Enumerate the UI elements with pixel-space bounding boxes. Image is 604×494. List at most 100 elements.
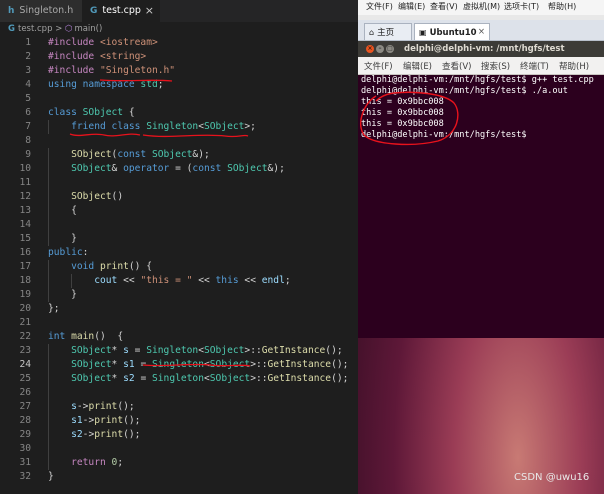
code-token: * (111, 345, 124, 356)
terminal-menu-item[interactable]: 文件(F) (364, 60, 393, 72)
code-token: Singleton (146, 345, 199, 356)
terminal-window[interactable]: × – □ delphi@delphi-vm: /mnt/hgfs/test 文… (358, 41, 604, 338)
line-number: 3 (25, 65, 31, 76)
tab-home[interactable]: ⌂ 主页 (364, 23, 412, 40)
guest-desktop[interactable]: × – □ delphi@delphi-vm: /mnt/hgfs/test 文… (358, 41, 604, 494)
vm-menu-item[interactable]: 查看(V) (430, 1, 458, 12)
breadcrumb-symbol[interactable]: main() (74, 24, 102, 34)
code-line[interactable]: 3 #include "Singleton.h" (0, 64, 358, 78)
code-line[interactable]: 5 (0, 92, 358, 106)
code-text: SObject(const SObject&); (48, 148, 210, 162)
code-line[interactable]: 29 s2->print(); (0, 428, 358, 442)
code-token: GetInstance (261, 345, 326, 356)
vm-menu-item[interactable]: 帮助(H) (548, 1, 576, 12)
terminal-menu-item[interactable]: 编辑(E) (403, 60, 432, 72)
code-line[interactable]: 13 { (0, 204, 358, 218)
terminal-menu-item[interactable]: 搜索(S) (481, 60, 510, 72)
code-line[interactable]: 32} (0, 470, 358, 484)
line-number: 18 (19, 275, 31, 286)
code-line[interactable]: 28 s1->print(); (0, 414, 358, 428)
code-text: } (48, 470, 54, 484)
code-token: >:: (250, 359, 268, 370)
code-line[interactable]: 19 } (0, 288, 358, 302)
window-close-button[interactable]: × (366, 45, 374, 53)
tab-test-cpp[interactable]: Gtest.cpp × (82, 0, 160, 22)
code-token: SObject (203, 121, 245, 132)
code-token: print (94, 415, 124, 426)
code-line[interactable]: 14 (0, 218, 358, 232)
line-number: 30 (19, 443, 31, 454)
terminal-titlebar[interactable]: × – □ delphi@delphi-vm: /mnt/hgfs/test (358, 41, 604, 57)
code-token: } (48, 471, 54, 482)
tab-ubuntu10[interactable]: ▣ Ubuntu10 × (414, 23, 490, 40)
code-token: Singleton (152, 359, 204, 370)
close-icon[interactable]: × (478, 24, 485, 41)
code-token: class (111, 121, 147, 132)
terminal-menu-item[interactable]: 查看(V) (442, 60, 471, 72)
code-line[interactable]: 30 (0, 442, 358, 456)
vmware-window[interactable]: 文件(F) 编辑(E) 查看(V) 虚拟机(M) 选项卡(T) 帮助(H) ⌂ 主页 ▣ Ub… (358, 0, 604, 494)
code-line[interactable]: 10 SObject& operator = (const SObject&); (0, 162, 358, 176)
code-token: = ( (175, 163, 193, 174)
vm-menu-item[interactable]: 编辑(E) (398, 1, 425, 12)
vm-tab-bar: ⌂ 主页 ▣ Ubuntu10 × (358, 20, 604, 41)
code-line[interactable]: 22 int main() { (0, 330, 358, 344)
code-token: * (111, 373, 124, 384)
code-text: int main() { (48, 330, 123, 344)
code-line[interactable]: 11 (0, 176, 358, 190)
tab-label: test.cpp (102, 5, 141, 16)
code-line[interactable]: 2 #include <string> (0, 50, 358, 64)
line-number: 2 (25, 51, 31, 62)
terminal-menu-item[interactable]: 帮助(H) (559, 60, 589, 72)
code-text: using namespace std; (48, 78, 169, 92)
code-line[interactable]: 12 SObject() (0, 190, 358, 204)
vm-menu-item[interactable]: 选项卡(T) (504, 1, 539, 12)
terminal-title: delphi@delphi-vm: /mnt/hgfs/test (404, 44, 565, 54)
code-line[interactable]: 15 } (0, 232, 358, 246)
code-line[interactable]: 18 cout << "this = " << this << endl; (0, 274, 358, 288)
code-line[interactable]: 20}; (0, 302, 358, 316)
code-line[interactable]: 1 #include <iostream> (0, 36, 358, 50)
code-token: print (94, 429, 124, 440)
code-token: SObject (151, 149, 193, 160)
code-text: SObject* s2 = Singleton<SObject>::GetIns… (48, 372, 348, 386)
terminal-line: this = 0x9bbc008 (361, 108, 444, 118)
code-token: SObject (227, 163, 268, 174)
code-line[interactable]: 16 public: (0, 246, 358, 260)
window-maximize-button[interactable]: □ (386, 45, 394, 53)
line-number: 22 (19, 331, 31, 342)
code-line[interactable]: 17 void print() { (0, 260, 358, 274)
breadcrumb-file[interactable]: test.cpp (18, 24, 53, 34)
breadcrumb[interactable]: Gtest.cpp > ⬡ main() (0, 22, 358, 37)
vm-menu-item[interactable]: 文件(F) (366, 1, 393, 12)
code-token: { (123, 107, 135, 118)
close-icon[interactable]: × (145, 0, 154, 22)
code-line[interactable]: 23 SObject* s = Singleton<SObject>::GetI… (0, 344, 358, 358)
line-number: 4 (25, 79, 31, 90)
code-text: SObject* s1 = Singleton<SObject>::GetIns… (48, 358, 348, 372)
vm-menu-item[interactable]: 虚拟机(M) (463, 1, 500, 12)
code-line[interactable]: 27 s->print(); (0, 400, 358, 414)
code-editor[interactable]: h Singleton.h Gtest.cpp × Gtest.cpp > ⬡ ma… (0, 0, 358, 494)
terminal-output[interactable]: delphi@delphi-vm:/mnt/hgfs/test$ g++ tes… (358, 75, 604, 338)
code-line[interactable]: 24 SObject* s1 = Singleton<SObject>::Get… (0, 358, 358, 372)
code-line[interactable]: 25 SObject* s2 = Singleton<SObject>::Get… (0, 372, 358, 386)
code-line[interactable]: 7 friend class Singleton<SObject>; (0, 120, 358, 134)
code-line[interactable]: 8 (0, 134, 358, 148)
line-number: 32 (19, 471, 31, 482)
code-token: () { (128, 261, 152, 272)
code-token: << (117, 275, 141, 286)
code-token: SObject (209, 373, 251, 384)
code-line[interactable]: 26 (0, 386, 358, 400)
code-line[interactable]: 31 return 0; (0, 456, 358, 470)
terminal-menu-item[interactable]: 终端(T) (520, 60, 549, 72)
code-line[interactable]: 21 (0, 316, 358, 330)
tab-singleton-h[interactable]: h Singleton.h (0, 0, 82, 22)
code-line[interactable]: 9 SObject(const SObject&); (0, 148, 358, 162)
code-line[interactable]: 6 class SObject { (0, 106, 358, 120)
code-line[interactable]: 4 using namespace std; (0, 78, 358, 92)
window-minimize-button[interactable]: – (376, 45, 384, 53)
line-number: 29 (19, 429, 31, 440)
